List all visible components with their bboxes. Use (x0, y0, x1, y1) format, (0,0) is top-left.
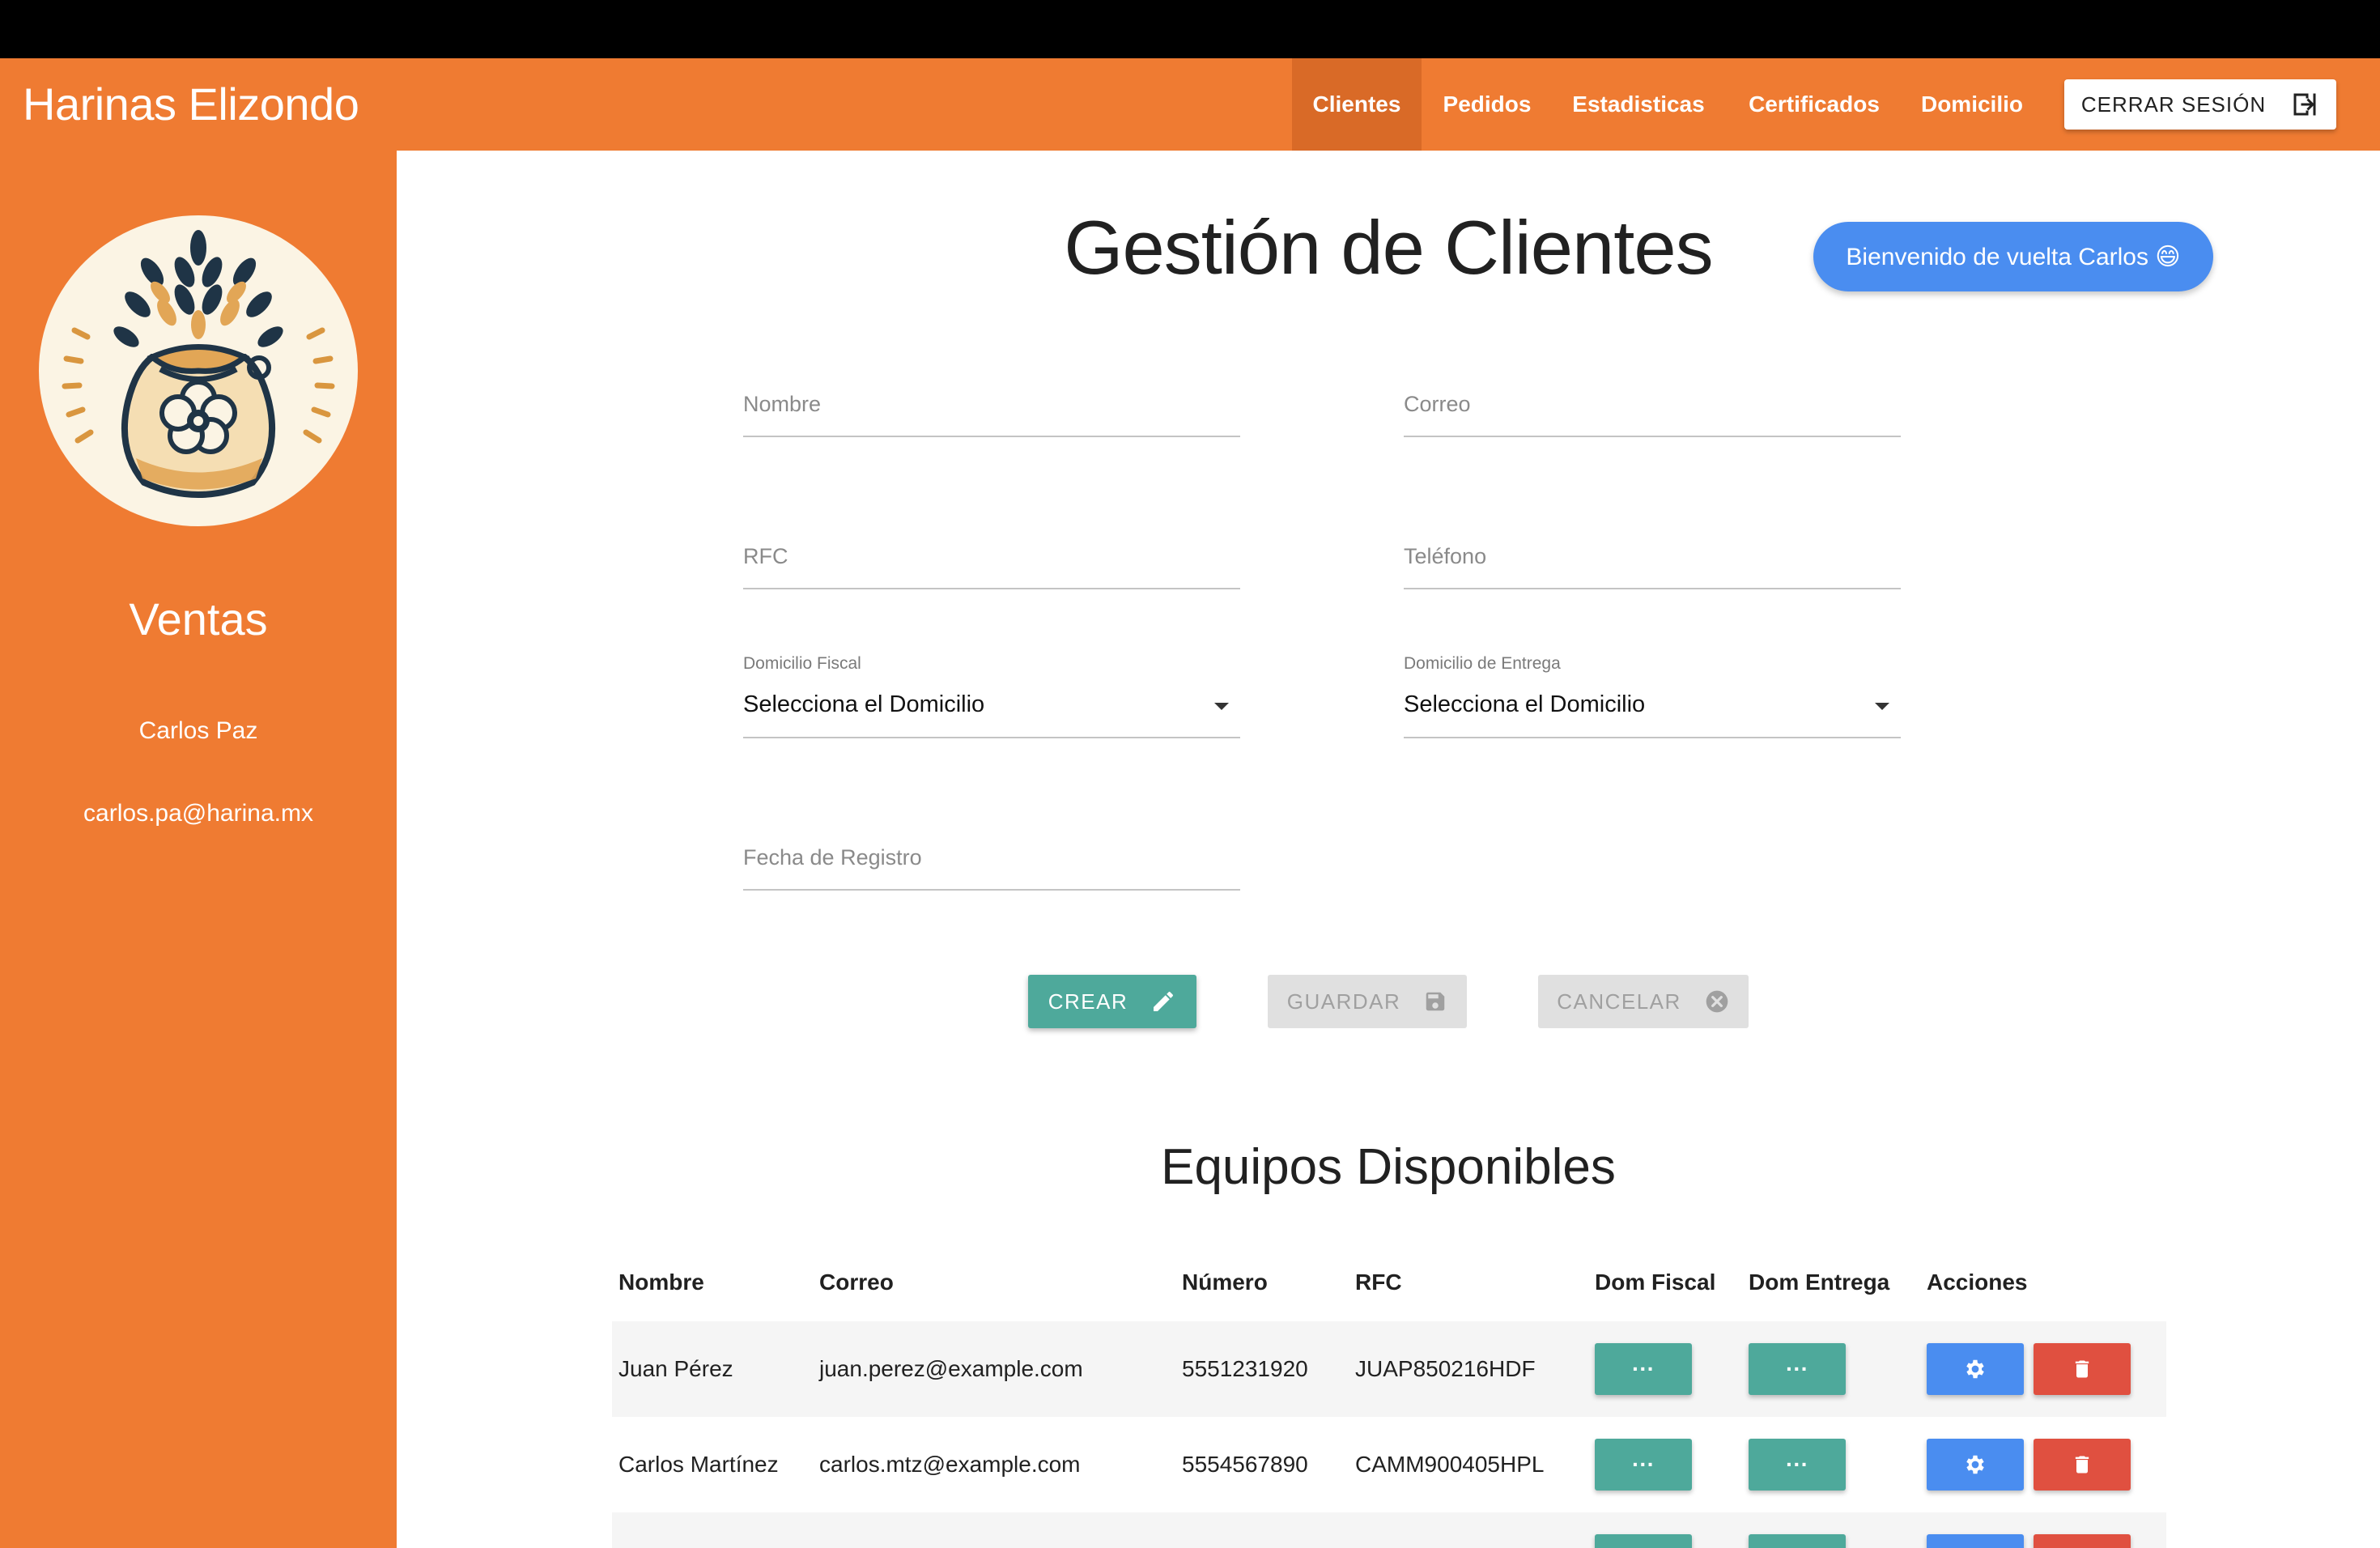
domicilio-fiscal-select[interactable]: Domicilio Fiscal Selecciona el Domicilio (743, 654, 1240, 738)
domicilio-entrega-label: Domicilio de Entrega (1404, 654, 1561, 673)
dom-fiscal-more-button[interactable] (1595, 1534, 1692, 1548)
wheat-flour-sack-icon (39, 215, 358, 526)
crear-label: CREAR (1048, 989, 1128, 1014)
nav-link-estadisticas[interactable]: Estadisticas (1559, 58, 1718, 151)
nav-link-pedidos[interactable]: Pedidos (1434, 58, 1540, 151)
cell-correo: juan.perez@example.com (819, 1356, 1083, 1381)
trash-icon (2075, 1360, 2089, 1378)
cancelar-button[interactable]: CANCELAR (1538, 975, 1749, 1028)
sidebar-role: Ventas (129, 593, 268, 644)
fecha-registro-placeholder: Fecha de Registro (743, 845, 922, 870)
navbar: Harinas Elizondo Clientes Pedidos Estadi… (0, 58, 2380, 151)
domicilio-entrega-value: Selecciona el Domicilio (1404, 691, 1646, 717)
chevron-down-icon (1875, 703, 1889, 710)
correo-placeholder: Correo (1404, 392, 1471, 416)
edit-settings-button[interactable] (1927, 1439, 2024, 1491)
header-correo: Correo (819, 1269, 894, 1295)
dom-fiscal-more-button[interactable]: ··· (1595, 1343, 1692, 1395)
table-row: Carlos Martínez carlos.mtz@example.com 5… (612, 1417, 2166, 1512)
domicilio-fiscal-label: Domicilio Fiscal (743, 654, 861, 673)
sidebar-user-name: Carlos Paz (138, 717, 258, 744)
window-top-bar (0, 0, 2380, 58)
domicilio-fiscal-value: Selecciona el Domicilio (743, 691, 985, 717)
domicilio-entrega-select[interactable]: Domicilio de Entrega Selecciona el Domic… (1404, 654, 1901, 738)
delete-button[interactable] (2034, 1534, 2131, 1548)
header-dom-fiscal: Dom Fiscal (1595, 1269, 1716, 1295)
header-acciones: Acciones (1927, 1269, 2028, 1295)
nav-link-domicilio[interactable]: Domicilio (1910, 58, 2034, 151)
crear-button[interactable]: CREAR (1028, 975, 1196, 1028)
cell-rfc: JUAP850216HDF (1355, 1356, 1536, 1381)
delete-button[interactable] (2034, 1439, 2131, 1491)
cell-nombre: Carlos Martínez (618, 1452, 779, 1477)
edit-settings-button[interactable] (1927, 1534, 2024, 1548)
gear-icon (1966, 1359, 1984, 1379)
chevron-down-icon (1214, 703, 1229, 710)
save-icon (1426, 992, 1445, 1011)
logout-label: CERRAR SESIÓN (2080, 91, 2267, 117)
nombre-field[interactable]: Nombre (743, 384, 1240, 437)
rfc-placeholder: RFC (743, 544, 788, 568)
brand-title: Harinas Elizondo (23, 79, 359, 130)
dom-entrega-more-button[interactable]: ··· (1749, 1343, 1846, 1395)
logout-button[interactable]: CERRAR SESIÓN (2064, 79, 2336, 130)
telefono-field[interactable]: Teléfono (1404, 536, 1901, 589)
edit-settings-button[interactable] (1927, 1343, 2024, 1395)
cell-nombre: Juan Pérez (618, 1356, 733, 1381)
cell-correo: carlos.mtz@example.com (819, 1452, 1081, 1477)
header-rfc: RFC (1355, 1269, 1402, 1295)
sidebar: Ventas Carlos Paz carlos.pa@harina.mx (0, 151, 397, 1548)
exit-icon (2293, 93, 2316, 116)
cell-numero: 5551231920 (1182, 1356, 1308, 1381)
nav-link-clientes[interactable]: Clientes (1292, 58, 1422, 151)
page-title: Gestión de Clientes (1064, 205, 1713, 290)
guardar-button[interactable]: GUARDAR (1268, 975, 1467, 1028)
table-title: Equipos Disponibles (1161, 1139, 1616, 1195)
welcome-chip: Bienvenido de vuelta Carlos 😄 (1813, 222, 2213, 291)
fecha-registro-field[interactable]: Fecha de Registro (743, 837, 1240, 891)
cell-numero: 5554567890 (1182, 1452, 1308, 1477)
dom-entrega-more-button[interactable]: ··· (1749, 1439, 1846, 1491)
dom-entrega-more-button[interactable] (1749, 1534, 1846, 1548)
delete-button[interactable] (2034, 1343, 2131, 1395)
table-row (612, 1512, 2166, 1548)
header-numero: Número (1182, 1269, 1268, 1295)
correo-field[interactable]: Correo (1404, 384, 1901, 437)
close-circle-icon (1706, 990, 1728, 1013)
rfc-field[interactable]: RFC (743, 536, 1240, 589)
pencil-icon (1154, 991, 1174, 1011)
nav-link-certificados[interactable]: Certificados (1737, 58, 1891, 151)
header-nombre: Nombre (618, 1269, 704, 1295)
nombre-placeholder: Nombre (743, 392, 822, 416)
trash-icon (2075, 1456, 2089, 1474)
header-dom-entrega: Dom Entrega (1749, 1269, 1890, 1295)
cell-rfc: CAMM900405HPL (1355, 1452, 1545, 1477)
guardar-label: GUARDAR (1286, 989, 1401, 1014)
gear-icon (1966, 1455, 1984, 1474)
table-row: Juan Pérez juan.perez@example.com 555123… (612, 1321, 2166, 1417)
sidebar-user-email: carlos.pa@harina.mx (83, 800, 313, 827)
cancelar-label: CANCELAR (1557, 989, 1681, 1014)
dom-fiscal-more-button[interactable]: ··· (1595, 1439, 1692, 1491)
telefono-placeholder: Teléfono (1404, 544, 1487, 568)
